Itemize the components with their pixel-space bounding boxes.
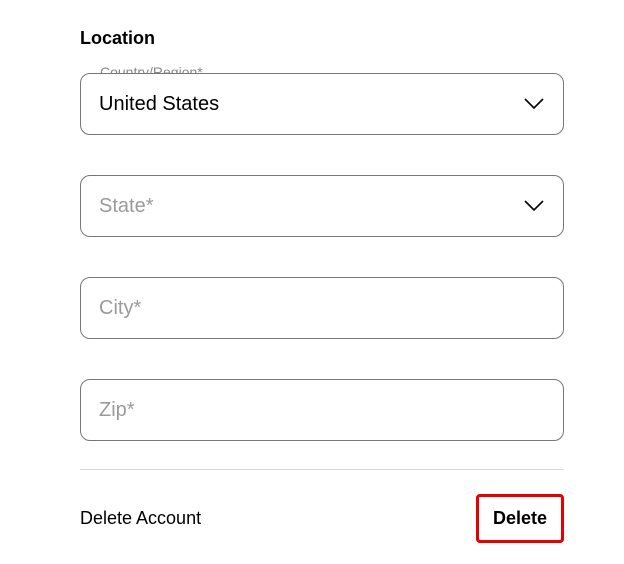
section-title: Location [80,28,564,49]
country-select[interactable]: United States [80,73,564,135]
country-value: United States [99,93,523,116]
zip-field-wrapper: Zip* [80,379,564,441]
delete-account-label: Delete Account [80,508,201,529]
city-placeholder: City* [99,297,545,320]
chevron-down-icon [523,93,545,115]
city-input[interactable]: City* [80,277,564,339]
chevron-down-icon [523,195,545,217]
country-field-wrapper: Country/Region* United States [80,73,564,135]
zip-input[interactable]: Zip* [80,379,564,441]
state-placeholder: State* [99,195,523,218]
delete-button[interactable]: Delete [483,500,557,537]
state-select[interactable]: State* [80,175,564,237]
state-field-wrapper: State* [80,175,564,237]
delete-account-row: Delete Account Delete [80,494,564,543]
zip-placeholder: Zip* [99,399,545,422]
location-section: Location Country/Region* United States S… [80,28,564,543]
city-field-wrapper: City* [80,277,564,339]
divider [80,469,564,470]
delete-button-highlight: Delete [476,494,564,543]
